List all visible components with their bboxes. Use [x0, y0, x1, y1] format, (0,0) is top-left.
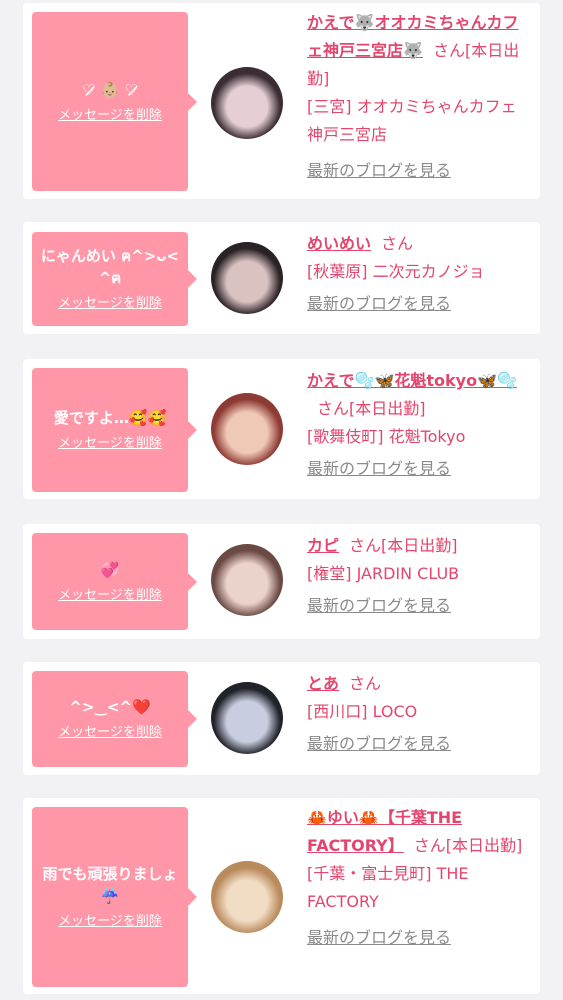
cast-info: とあ さん [西川口] LOCO 最新のブログを見る [307, 670, 532, 758]
latest-blog-link[interactable]: 最新のブログを見る [307, 592, 532, 620]
shop-name: [西川口] LOCO [307, 702, 418, 721]
message-text: ♡̷̷̷ 👶🏼 ♡̷̷̷ [81, 80, 138, 99]
message-bubble: 雨でも頑張りましょ☔️ メッセージを削除 [32, 807, 197, 987]
avatar[interactable] [211, 544, 283, 616]
shop-name: [歌舞伎町] 花魁Tokyo [307, 427, 466, 446]
delete-message-link[interactable]: メッセージを削除 [58, 435, 162, 453]
favorite-card: 💞 メッセージを削除 カピ さん[本日出勤] [権堂] JARDIN CLUB 最新のブロ… [23, 524, 540, 639]
name-line: かえで🐺オオカミちゃんカフェ神戸三宮店🐺 さん[本日出勤] [307, 9, 532, 93]
delete-message-link[interactable]: メッセージを削除 [58, 587, 162, 605]
cast-info: かえで🫧🦋花魁tokyo🦋🫧 さん[本日出勤] [歌舞伎町] 花魁Tokyo 最新のブ… [307, 367, 532, 483]
latest-blog-link[interactable]: 最新のブログを見る [307, 290, 532, 318]
favorite-card: 雨でも頑張りましょ☔️ メッセージを削除 🦀ゆい🦀【千葉THE FACTORY】 さん… [23, 798, 540, 994]
message-text: にゃんめい ฅ^>ᴗ<^ฅ [40, 247, 180, 287]
cast-name-link[interactable]: めいめい [307, 234, 371, 253]
delete-message-link[interactable]: メッセージを削除 [58, 913, 162, 931]
latest-blog-link[interactable]: 最新のブログを見る [307, 730, 532, 758]
latest-blog-link[interactable]: 最新のブログを見る [307, 157, 532, 185]
honorific: さん [381, 234, 414, 253]
favorite-card: 愛ですよ…🥰🥰 メッセージを削除 かえで🫧🦋花魁tokyo🦋🫧 さん[本日出勤] [歌舞… [23, 359, 540, 499]
message-text: 雨でも頑張りましょ☔️ [42, 865, 178, 905]
message-bubble: 💞 メッセージを削除 [32, 533, 197, 630]
avatar[interactable] [211, 67, 283, 139]
name-line: カピ さん[本日出勤] [307, 532, 532, 560]
avatar[interactable] [211, 393, 283, 465]
honorific: さん [432, 41, 465, 60]
avatar[interactable] [211, 861, 283, 933]
name-line: 🦀ゆい🦀【千葉THE FACTORY】 さん[本日出勤] [307, 804, 532, 860]
message-text: 愛ですよ…🥰🥰 [53, 409, 167, 427]
avatar[interactable] [211, 242, 283, 314]
cast-name-link[interactable]: カピ [307, 536, 339, 555]
cast-name-link[interactable]: とあ [307, 674, 339, 693]
cast-info: めいめい さん [秋葉原] 二次元カノジョ最新のブログを見る [307, 230, 532, 318]
cast-info: かえで🐺オオカミちゃんカフェ神戸三宮店🐺 さん[本日出勤] [三宮] オオカミちゃん… [307, 9, 532, 185]
attendance-status: [本日出勤] [349, 399, 426, 418]
latest-blog-link[interactable]: 最新のブログを見る [307, 924, 532, 952]
honorific: さん [349, 536, 382, 555]
name-line: めいめい さん [307, 230, 532, 258]
message-bubble: 愛ですよ…🥰🥰 メッセージを削除 [32, 368, 197, 492]
favorite-card: ^>‿<^❤️ メッセージを削除 とあ さん [西川口] LOCO 最新のブログを見る [23, 662, 540, 775]
shop-name: [権堂] JARDIN CLUB [307, 564, 460, 583]
message-text: ^>‿<^❤️ [69, 698, 151, 716]
favorite-card: ♡̷̷̷ 👶🏼 ♡̷̷̷ メッセージを削除 かえで🐺オオカミちゃんカフェ神戸三宮店🐺… [23, 3, 540, 199]
delete-message-link[interactable]: メッセージを削除 [58, 724, 162, 742]
message-text: 💞 [100, 560, 120, 579]
cast-info: 🦀ゆい🦀【千葉THE FACTORY】 さん[本日出勤] [千葉・富士見町] THE… [307, 804, 532, 952]
message-bubble: ^>‿<^❤️ メッセージを削除 [32, 671, 197, 767]
cast-info: カピ さん[本日出勤] [権堂] JARDIN CLUB 最新のブログを見る [307, 532, 532, 620]
delete-message-link[interactable]: メッセージを削除 [58, 107, 162, 125]
latest-blog-link[interactable]: 最新のブログを見る [307, 455, 532, 483]
shop-name: [秋葉原] 二次元カノジョ [307, 262, 485, 281]
avatar[interactable] [211, 682, 283, 754]
cast-name-link[interactable]: かえで🫧🦋花魁tokyo🦋🫧 [307, 371, 517, 390]
honorific: さん [413, 836, 446, 855]
honorific: さん [349, 674, 382, 693]
name-line: かえで🫧🦋花魁tokyo🦋🫧 さん[本日出勤] [307, 367, 532, 423]
message-list: ♡̷̷̷ 👶🏼 ♡̷̷̷ メッセージを削除 かえで🐺オオカミちゃんカフェ神戸三宮店🐺… [0, 0, 563, 1000]
honorific: さん [317, 399, 350, 418]
attendance-status: [本日出勤] [445, 836, 523, 855]
attendance-status: [本日出勤] [381, 536, 458, 555]
message-bubble: にゃんめい ฅ^>ᴗ<^ฅ メッセージを削除 [32, 232, 197, 326]
favorite-card: にゃんめい ฅ^>ᴗ<^ฅ メッセージを削除 めいめい さん [秋葉原] 二次元カノジョ… [23, 222, 540, 334]
name-line: とあ さん [307, 670, 532, 698]
shop-name: [三宮] オオカミちゃんカフェ神戸三宮店 [307, 97, 517, 144]
shop-name: [千葉・富士見町] THE FACTORY [307, 864, 469, 911]
delete-message-link[interactable]: メッセージを削除 [58, 295, 162, 313]
message-bubble: ♡̷̷̷ 👶🏼 ♡̷̷̷ メッセージを削除 [32, 12, 197, 191]
